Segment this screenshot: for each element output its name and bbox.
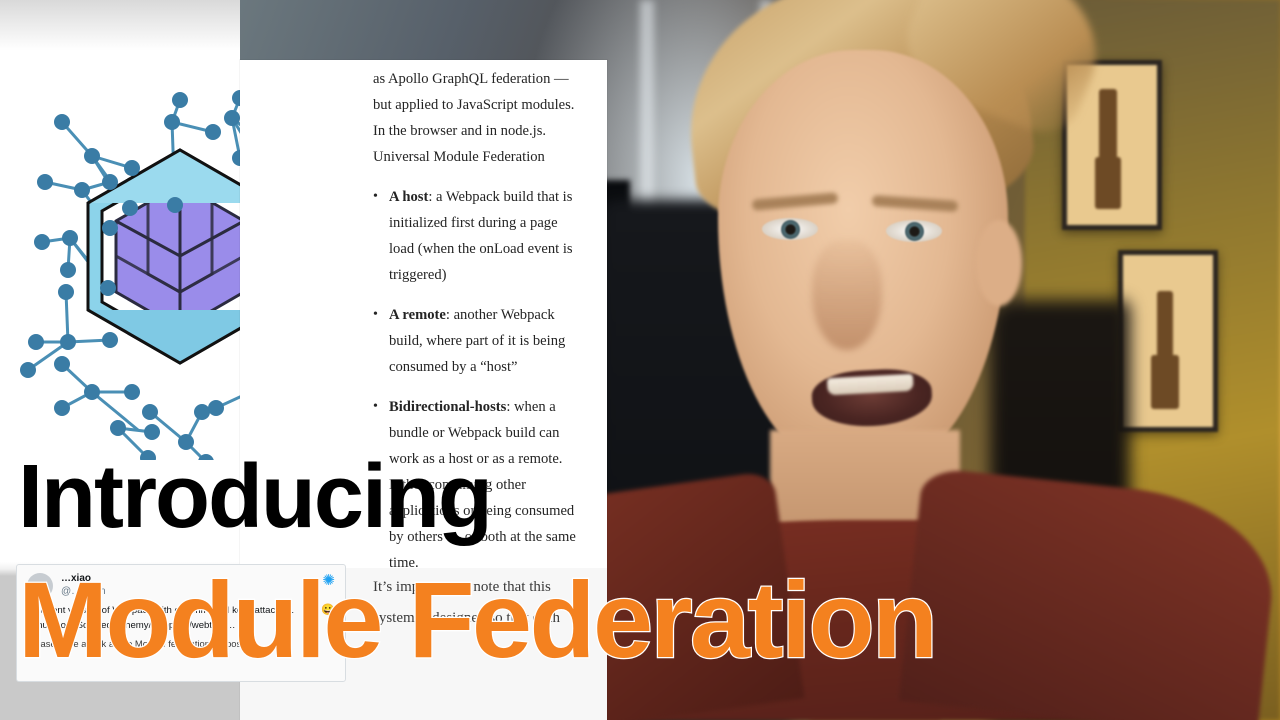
overlay-title-line2: Module Federation	[17, 559, 940, 680]
article-bullet-item: A host: a Webpack build that is initiali…	[373, 184, 581, 288]
article-bullet-item: A remote: another Webpack build, where p…	[373, 302, 581, 380]
nose	[812, 240, 882, 350]
framed-poster	[1118, 250, 1218, 432]
bullet-term: A remote	[389, 307, 446, 323]
thumbnail-stage: as Apollo GraphQL federation — but appli…	[0, 0, 1280, 720]
overlay-title-line1: Introducing	[18, 447, 493, 547]
ear	[976, 220, 1022, 306]
bullet-term: A host	[389, 189, 429, 205]
article-paragraph: as Apollo GraphQL federation — but appli…	[373, 71, 575, 165]
bullet-term: Bidirectional-hosts	[389, 399, 507, 415]
